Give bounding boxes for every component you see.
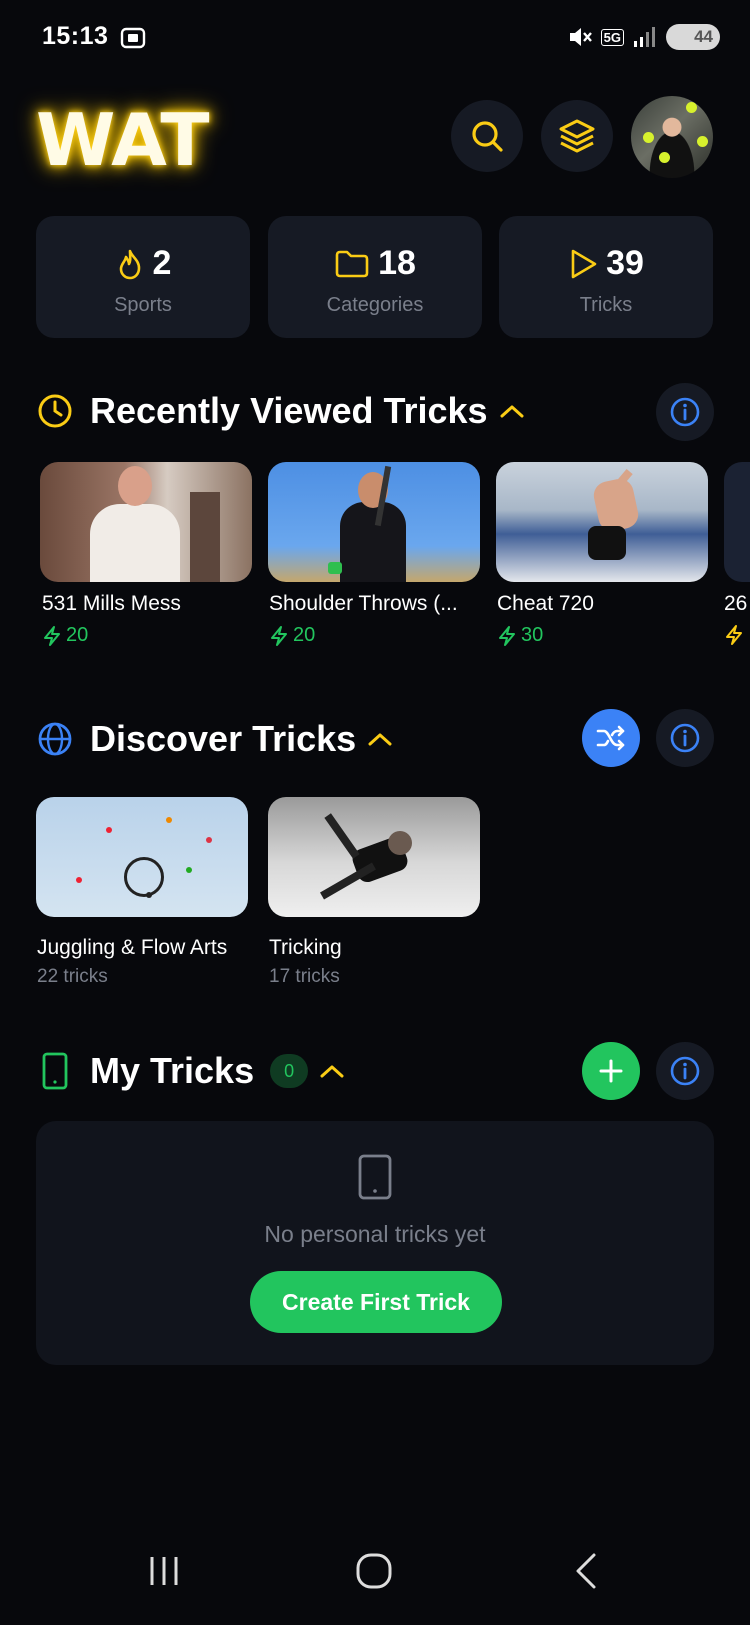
profile-avatar[interactable] [631,96,713,178]
stat-categories-value: 18 [378,244,416,282]
recent-item-title-3[interactable]: Cheat 720 [497,592,702,616]
recent-item-points-4 [724,624,750,646]
discover-item-count-juggling: 22 tricks [37,966,108,987]
recent-section-header[interactable]: Recently Viewed Tricks [36,390,526,432]
discover-item-title-tricking[interactable]: Tricking [269,936,342,960]
discover-item-title-juggling[interactable]: Juggling & Flow Arts [37,936,227,960]
recent-title: Recently Viewed Tricks [90,390,488,431]
status-icons: 5G 44 [567,24,720,50]
network-type: 5G [600,28,624,46]
stat-tricks-value: 39 [606,244,644,282]
empty-state-text: No personal tricks yet [264,1221,486,1247]
globe-icon [38,722,72,756]
bolt-icon [726,625,742,645]
bolt-icon [499,625,515,646]
layers-icon [559,119,595,153]
stat-categories-label: Categories [326,294,424,316]
chevron-up-icon[interactable] [318,1061,346,1081]
layers-button[interactable] [541,100,613,172]
recent-item-title-4[interactable]: 26 [724,592,750,616]
search-button[interactable] [451,100,523,172]
my-tricks-section-header[interactable]: My Tricks 0 [36,1050,346,1092]
discover-info-button[interactable] [656,709,714,767]
signal-icon [634,27,655,47]
back-icon[interactable] [566,1551,606,1591]
status-time: 15:13 [42,22,109,50]
status-bar: 15:13 5G 44 [0,0,750,76]
recent-item-title-1[interactable]: 531 Mills Mess [42,592,247,616]
recent-apps-icon[interactable] [144,1551,184,1591]
search-icon [472,121,503,152]
home-icon[interactable] [354,1551,394,1591]
bolt-icon [44,625,60,646]
my-tricks-title: My Tricks [90,1050,255,1091]
discover-title: Discover Tricks [90,718,357,759]
info-icon [670,397,700,427]
recent-item-points-1: 20 [42,624,88,647]
recent-thumbnail-3[interactable] [496,462,708,582]
recent-thumbnail-2[interactable] [268,462,480,582]
recent-item-points-3: 30 [497,624,543,647]
my-tricks-count-badge: 0 [270,1054,309,1088]
add-trick-button[interactable] [582,1042,640,1100]
info-icon [670,723,700,753]
clock-icon [38,394,72,428]
stat-sports-value: 2 [152,244,172,282]
phone-placeholder-icon [358,1154,392,1200]
flame-icon [119,249,140,279]
plus-icon [599,1059,623,1083]
discover-thumbnail-juggling[interactable] [36,797,248,917]
app-logo: WAT [36,98,209,182]
my-tricks-info-button[interactable] [656,1042,714,1100]
chevron-up-icon[interactable] [498,401,526,421]
shuffle-icon [596,725,625,751]
recent-thumbnail-4[interactable] [724,462,750,582]
folder-icon [335,250,369,277]
stat-tricks-label: Tricks [579,294,633,316]
battery-indicator: 44 [666,24,720,50]
my-tricks-empty-state: No personal tricks yet Create First Tric… [36,1121,714,1365]
stat-tricks[interactable]: 39 Tricks [499,216,713,338]
discover-item-count-tricking: 17 tricks [269,966,340,987]
info-icon [670,1056,700,1086]
recent-item-title-2[interactable]: Shoulder Throws (... [269,592,474,616]
play-icon [571,249,597,278]
recent-thumbnail-1[interactable] [40,462,252,582]
shuffle-button[interactable] [582,709,640,767]
bolt-icon [271,625,287,646]
screen-capture-icon [120,27,146,49]
discover-section-header[interactable]: Discover Tricks [36,718,394,760]
discover-thumbnail-tricking[interactable] [268,797,480,917]
stat-sports-label: Sports [114,294,172,316]
stat-sports[interactable]: 2 Sports [36,216,250,338]
recent-item-points-2: 20 [269,624,315,647]
mute-icon [569,28,592,46]
recent-info-button[interactable] [656,383,714,441]
chevron-up-icon[interactable] [366,729,394,749]
create-first-trick-button[interactable]: Create First Trick [250,1271,502,1333]
stat-categories[interactable]: 18 Categories [268,216,482,338]
system-navigation-bar [0,1525,750,1625]
phone-icon [42,1052,68,1090]
